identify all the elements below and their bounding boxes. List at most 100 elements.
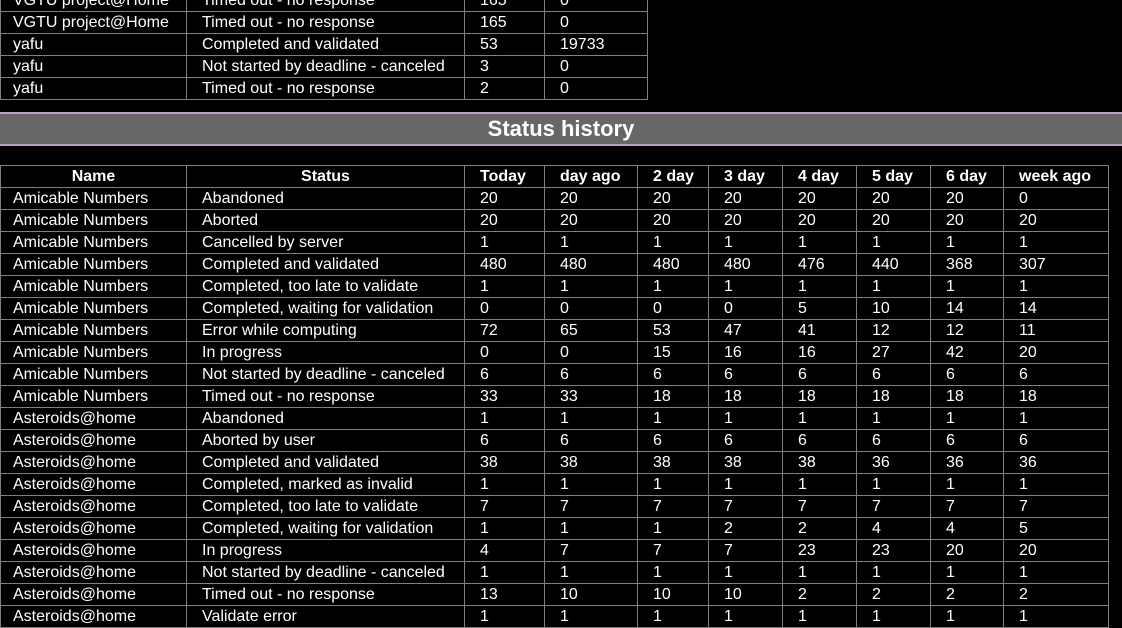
history-cell-value: 20 [1003, 341, 1109, 364]
summary-cell-credit: 0 [544, 55, 648, 78]
history-cell-value: 38 [637, 451, 709, 474]
history-cell-status: Abandoned [186, 407, 465, 430]
history-cell-name: Asteroids@home [0, 539, 187, 562]
history-cell-name: Amicable Numbers [0, 231, 187, 254]
history-cell-value: 368 [930, 253, 1004, 276]
history-cell-name: Asteroids@home [0, 407, 187, 430]
history-row: Asteroids@home Completed and validated 38 3… [0, 451, 1109, 474]
history-cell-value: 10 [856, 297, 931, 320]
history-cell-value: 6 [856, 429, 931, 452]
history-cell-status: Cancelled by server [186, 231, 465, 254]
history-cell-value: 36 [856, 451, 931, 474]
history-cell-value: 1 [708, 407, 783, 430]
history-cell-name: Asteroids@home [0, 429, 187, 452]
history-cell-value: 16 [708, 341, 783, 364]
history-cell-value: 1 [930, 605, 1004, 628]
history-cell-value: 6 [856, 363, 931, 386]
history-cell-status: Completed and validated [186, 253, 465, 276]
summary-cell-count: 165 [464, 11, 545, 34]
history-cell-value: 36 [1003, 451, 1109, 474]
history-cell-value: 480 [637, 253, 709, 276]
history-cell-value: 7 [708, 495, 783, 518]
history-cell-value: 307 [1003, 253, 1109, 276]
history-cell-value: 33 [464, 385, 545, 408]
history-cell-value: 1 [464, 561, 545, 584]
history-cell-status: In progress [186, 341, 465, 364]
column-header-5-day[interactable]: 5 day [856, 165, 931, 188]
history-cell-value: 38 [544, 451, 638, 474]
column-header-4-day[interactable]: 4 day [782, 165, 857, 188]
history-row: Amicable Numbers Timed out - no response 3… [0, 385, 1109, 408]
history-cell-name: Amicable Numbers [0, 209, 187, 232]
history-cell-value: 1 [544, 275, 638, 298]
history-cell-value: 7 [708, 539, 783, 562]
history-cell-status: Completed, waiting for validation [186, 297, 465, 320]
history-cell-value: 1 [637, 561, 709, 584]
history-cell-value: 20 [782, 187, 857, 210]
summary-cell-status: Timed out - no response [186, 77, 465, 100]
history-cell-value: 1 [1003, 561, 1109, 584]
history-cell-value: 6 [782, 363, 857, 386]
history-cell-value: 10 [637, 583, 709, 606]
column-header-status[interactable]: Status [186, 165, 465, 188]
history-cell-value: 1 [637, 231, 709, 254]
history-cell-value: 1 [708, 473, 783, 496]
history-cell-value: 1 [930, 473, 1004, 496]
summary-cell-count: 165 [464, 0, 545, 12]
history-cell-name: Asteroids@home [0, 495, 187, 518]
history-row: Amicable Numbers In progress 0 0 15 16 16 27 42 2… [0, 341, 1109, 364]
status-history-table: Name Status Today day ago 2 day 3 day 4 … [0, 165, 1109, 628]
history-cell-value: 18 [856, 385, 931, 408]
column-header-today[interactable]: Today [464, 165, 545, 188]
summary-cell-status: Completed and validated [186, 33, 465, 56]
history-cell-value: 10 [544, 583, 638, 606]
history-cell-value: 0 [1003, 187, 1109, 210]
summary-row: yafu Completed and validated 53 19733 [0, 33, 648, 56]
history-cell-value: 13 [464, 583, 545, 606]
history-cell-value: 440 [856, 253, 931, 276]
status-history-header: Name Status Today day ago 2 day 3 day 4 … [0, 165, 1109, 188]
history-cell-name: Amicable Numbers [0, 363, 187, 386]
history-cell-status: Completed and validated [186, 451, 465, 474]
column-header-6-day[interactable]: 6 day [930, 165, 1004, 188]
history-cell-value: 1 [856, 231, 931, 254]
history-cell-value: 1 [782, 275, 857, 298]
summary-cell-status: Timed out - no response [186, 0, 465, 12]
history-cell-name: Amicable Numbers [0, 187, 187, 210]
history-cell-name: Asteroids@home [0, 473, 187, 496]
column-header-2-day[interactable]: 2 day [637, 165, 709, 188]
history-cell-value: 14 [930, 297, 1004, 320]
history-cell-value: 1 [544, 605, 638, 628]
history-cell-value: 6 [930, 363, 1004, 386]
history-cell-value: 6 [708, 363, 783, 386]
history-cell-value: 480 [544, 253, 638, 276]
history-cell-value: 0 [708, 297, 783, 320]
history-cell-status: In progress [186, 539, 465, 562]
history-cell-value: 1 [708, 605, 783, 628]
column-header-day-ago[interactable]: day ago [544, 165, 638, 188]
history-cell-value: 38 [708, 451, 783, 474]
history-row: Asteroids@home Timed out - no response 13 1… [0, 583, 1109, 606]
column-header-name[interactable]: Name [0, 165, 187, 188]
history-cell-value: 20 [782, 209, 857, 232]
summary-table: VGTU project@Home Timed out - no response… [0, 0, 648, 100]
summary-cell-name: VGTU project@Home [0, 11, 187, 34]
history-cell-value: 1 [856, 473, 931, 496]
column-header-3-day[interactable]: 3 day [708, 165, 783, 188]
history-cell-value: 476 [782, 253, 857, 276]
column-header-week-ago[interactable]: week ago [1003, 165, 1109, 188]
history-cell-value: 1 [544, 407, 638, 430]
history-cell-value: 20 [637, 187, 709, 210]
history-row: Amicable Numbers Completed, waiting for v… [0, 297, 1109, 320]
history-cell-value: 41 [782, 319, 857, 342]
summary-table-body: VGTU project@Home Timed out - no response… [0, 0, 648, 100]
history-cell-name: Amicable Numbers [0, 297, 187, 320]
history-row: Asteroids@home In progress 4 7 7 7 23 23 20 20 [0, 539, 1109, 562]
summary-row: VGTU project@Home Timed out - no response… [0, 0, 648, 12]
summary-cell-status: Timed out - no response [186, 11, 465, 34]
history-cell-value: 0 [637, 297, 709, 320]
history-cell-value: 18 [782, 385, 857, 408]
history-cell-value: 18 [1003, 385, 1109, 408]
history-cell-value: 0 [544, 341, 638, 364]
history-cell-value: 2 [856, 583, 931, 606]
